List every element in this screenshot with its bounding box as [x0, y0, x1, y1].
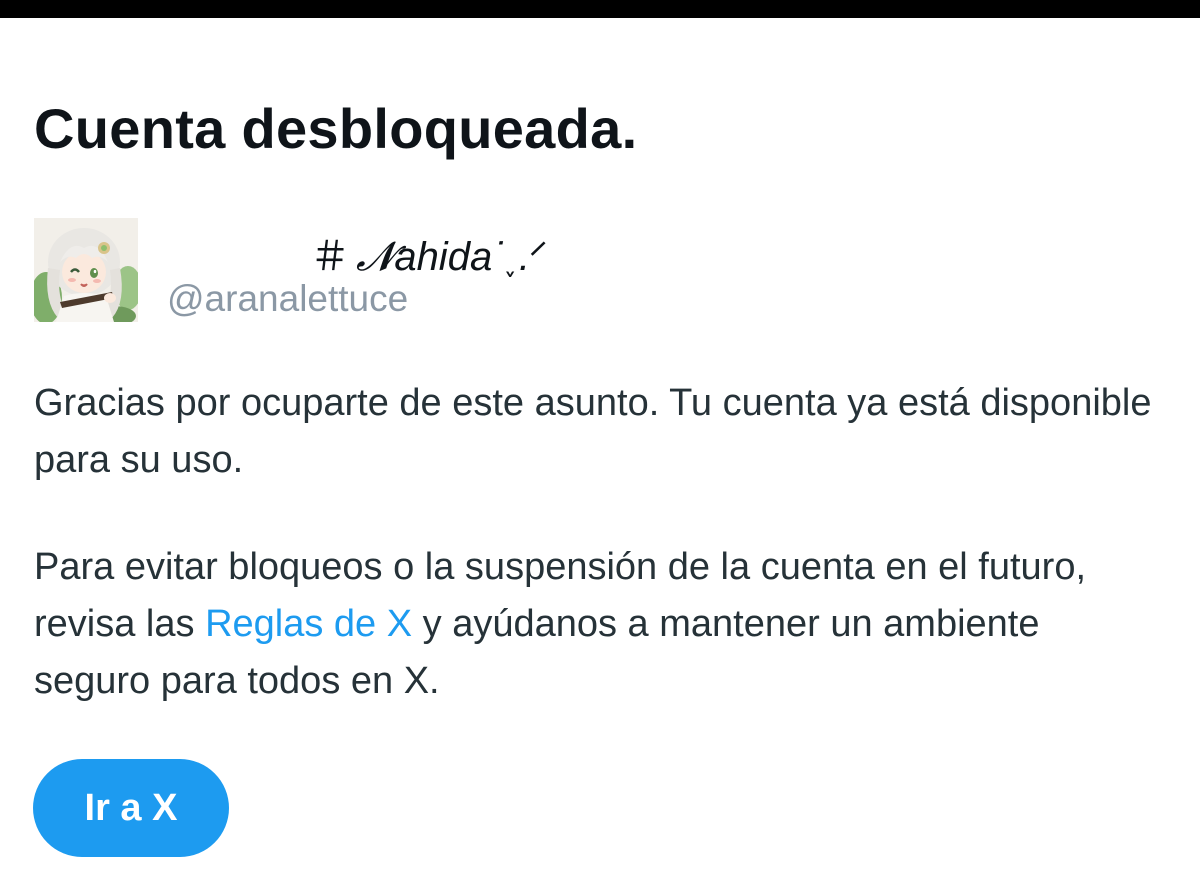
page-title: Cuenta desbloqueada.: [34, 97, 638, 160]
account-handle: @aranalettuce: [167, 278, 409, 319]
avatar: [34, 218, 138, 322]
top-status-bar: [0, 0, 1200, 18]
rules-link[interactable]: Reglas de X: [205, 603, 412, 645]
account-profile: ＃ 𝓝ahida˙˯.ᐟ @aranalettuce: [34, 216, 934, 326]
unlock-confirmation-page: Cuenta desbloqueada. ＃ 𝓝ahida˙˯.ᐟ @arana…: [0, 18, 1200, 895]
confirmation-message: Gracias por ocuparte de este asunto. Tu …: [34, 382, 1152, 481]
display-name-prefix: ＃: [310, 235, 350, 279]
display-name: ＃ 𝓝ahida˙˯.ᐟ: [310, 224, 547, 282]
go-to-x-button[interactable]: Ir a X: [33, 759, 229, 857]
rules-message: Para evitar bloqueos o la suspensión de …: [34, 539, 1154, 710]
anime-character-avatar-icon: [34, 218, 138, 322]
display-name-text: 𝓝ahida˙˯.ᐟ: [356, 235, 547, 279]
